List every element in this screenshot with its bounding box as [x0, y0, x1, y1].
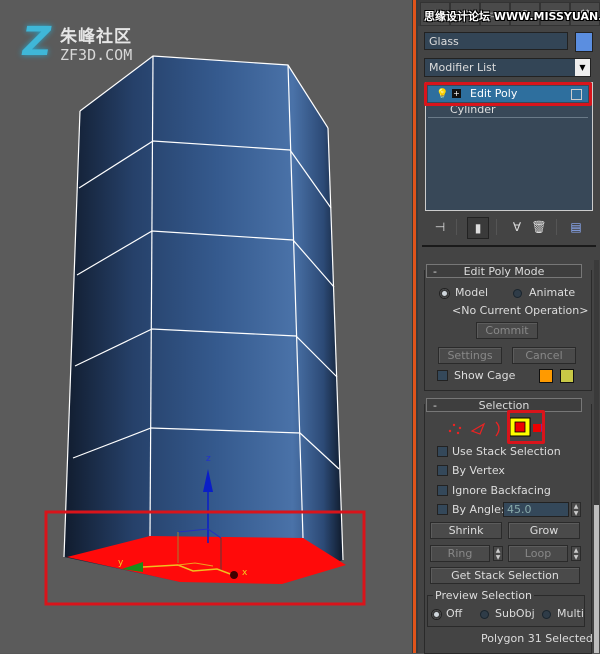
modifier-list-label: Modifier List — [429, 61, 497, 74]
show-cage-checkbox[interactable] — [437, 370, 448, 381]
perspective-viewport[interactable]: z y x Z 朱峰社区 ZF3D.COM — [0, 0, 412, 653]
border-icon[interactable] — [495, 421, 500, 437]
watermark-logo: Z 朱峰社区 ZF3D.COM — [18, 18, 208, 68]
highlight-box-edit-poly — [424, 82, 592, 106]
commit-button[interactable]: Commit — [476, 322, 538, 339]
configure-modifier-sets-button[interactable]: ▤ — [566, 217, 586, 237]
by-vertex-label: By Vertex — [452, 464, 505, 477]
panel-separator — [422, 245, 596, 247]
radio-preview-off[interactable] — [432, 610, 441, 619]
active-viewport-border — [413, 0, 416, 653]
radio-animate[interactable] — [513, 289, 522, 298]
collapse-icon: - — [433, 265, 437, 278]
rollout-header-selection[interactable]: - Selection — [426, 398, 582, 412]
watermark-title: 朱峰社区 — [60, 27, 132, 47]
ring-button[interactable]: Ring — [430, 545, 490, 562]
remove-modifier-icon: 🗑 — [531, 220, 547, 234]
pin-stack-icon: ⊣ — [434, 220, 446, 234]
logo-icon: Z — [17, 19, 56, 65]
ring-spinner[interactable]: ▲ ▼ — [493, 546, 503, 561]
rollout-title: Edit Poly Mode — [463, 265, 545, 278]
angle-input[interactable]: 45.0 — [503, 502, 569, 517]
z-axis-label: z — [206, 454, 211, 464]
panel-scrollbar-thumb[interactable] — [594, 505, 599, 653]
cage-color-swatch[interactable] — [539, 369, 553, 383]
x-axis-label: x — [242, 568, 248, 578]
vertex-icon[interactable] — [448, 423, 462, 435]
radio-model-label: Model — [455, 286, 489, 299]
watermark-domain: ZF3D.COM — [60, 46, 133, 64]
toolbar-separator — [456, 219, 457, 235]
configure-modifier-sets-icon: ▤ — [570, 220, 582, 234]
use-stack-selection-checkbox[interactable] — [437, 446, 448, 457]
grow-button[interactable]: Grow — [508, 522, 580, 539]
highlight-box-polygon-level — [507, 410, 545, 444]
toolbar-separator — [556, 219, 557, 235]
make-unique-icon: ∀ — [512, 220, 522, 234]
show-end-result-icon: ▮ — [474, 221, 482, 235]
radio-preview-subobj[interactable] — [480, 610, 489, 619]
x-axis-handle — [230, 571, 238, 579]
command-panel: ✦ ◠ ▭ ◎ ▣ ⚒ 思缘设计论坛 WWW.MISSYUAN.COM Glas… — [418, 0, 600, 654]
loop-button[interactable]: Loop — [508, 545, 568, 562]
loop-spinner[interactable]: ▲ ▼ — [571, 546, 581, 561]
collapse-icon: - — [433, 399, 437, 412]
by-angle-checkbox[interactable] — [437, 504, 448, 515]
use-stack-selection-label: Use Stack Selection — [452, 445, 561, 458]
ignore-backfacing-checkbox[interactable] — [437, 485, 448, 496]
cylinder-mesh[interactable] — [64, 56, 343, 582]
command-panel-tabs: ✦ ◠ ▭ ◎ ▣ ⚒ 思缘设计论坛 WWW.MISSYUAN.COM — [418, 0, 600, 26]
radio-preview-multi-label: Multi — [557, 607, 584, 620]
cancel-button[interactable]: Cancel — [512, 347, 576, 364]
y-axis-label: y — [118, 558, 124, 568]
settings-button[interactable]: Settings — [438, 347, 502, 364]
object-color-swatch[interactable] — [575, 32, 593, 52]
stack-toolbar: ⊣ ▮ ∀ 🗑 ▤ — [424, 214, 592, 240]
preview-selection-title: Preview Selection — [433, 589, 535, 602]
selection-status-text: Polygon 31 Selected — [481, 632, 593, 645]
show-end-result-button[interactable]: ▮ — [467, 217, 489, 239]
selected-cage-color-swatch[interactable] — [560, 369, 574, 383]
radio-preview-subobj-label: SubObj — [495, 607, 535, 620]
radio-preview-multi[interactable] — [542, 610, 551, 619]
get-stack-selection-button[interactable]: Get Stack Selection — [430, 567, 580, 584]
radio-model[interactable] — [440, 289, 449, 298]
make-unique-button[interactable]: ∀ — [507, 217, 527, 237]
show-cage-label: Show Cage — [454, 369, 516, 382]
rollout-header-edit-poly-mode[interactable]: - Edit Poly Mode — [426, 264, 582, 278]
by-vertex-checkbox[interactable] — [437, 465, 448, 476]
radio-preview-off-label: Off — [446, 607, 463, 620]
pin-stack-button[interactable]: ⊣ — [430, 217, 450, 237]
site-watermark: 思缘设计论坛 WWW.MISSYUAN.COM — [424, 10, 600, 23]
chevron-down-icon[interactable]: ▼ — [575, 59, 590, 76]
angle-spinner[interactable]: ▲ ▼ — [571, 502, 581, 517]
shrink-button[interactable]: Shrink — [430, 522, 502, 539]
remove-modifier-button[interactable]: 🗑 — [529, 217, 549, 237]
edge-icon[interactable] — [470, 422, 486, 435]
current-operation-text: <No Current Operation> — [452, 304, 589, 317]
by-angle-label: By Angle: — [452, 503, 505, 516]
object-name-field[interactable]: Glass — [424, 32, 568, 50]
ignore-backfacing-label: Ignore Backfacing — [452, 484, 551, 497]
toolbar-separator — [496, 219, 497, 235]
viewport-scene[interactable]: z y x — [0, 0, 412, 653]
radio-animate-label: Animate — [529, 286, 576, 299]
modifier-list-dropdown[interactable]: Modifier List ▼ — [424, 58, 591, 77]
